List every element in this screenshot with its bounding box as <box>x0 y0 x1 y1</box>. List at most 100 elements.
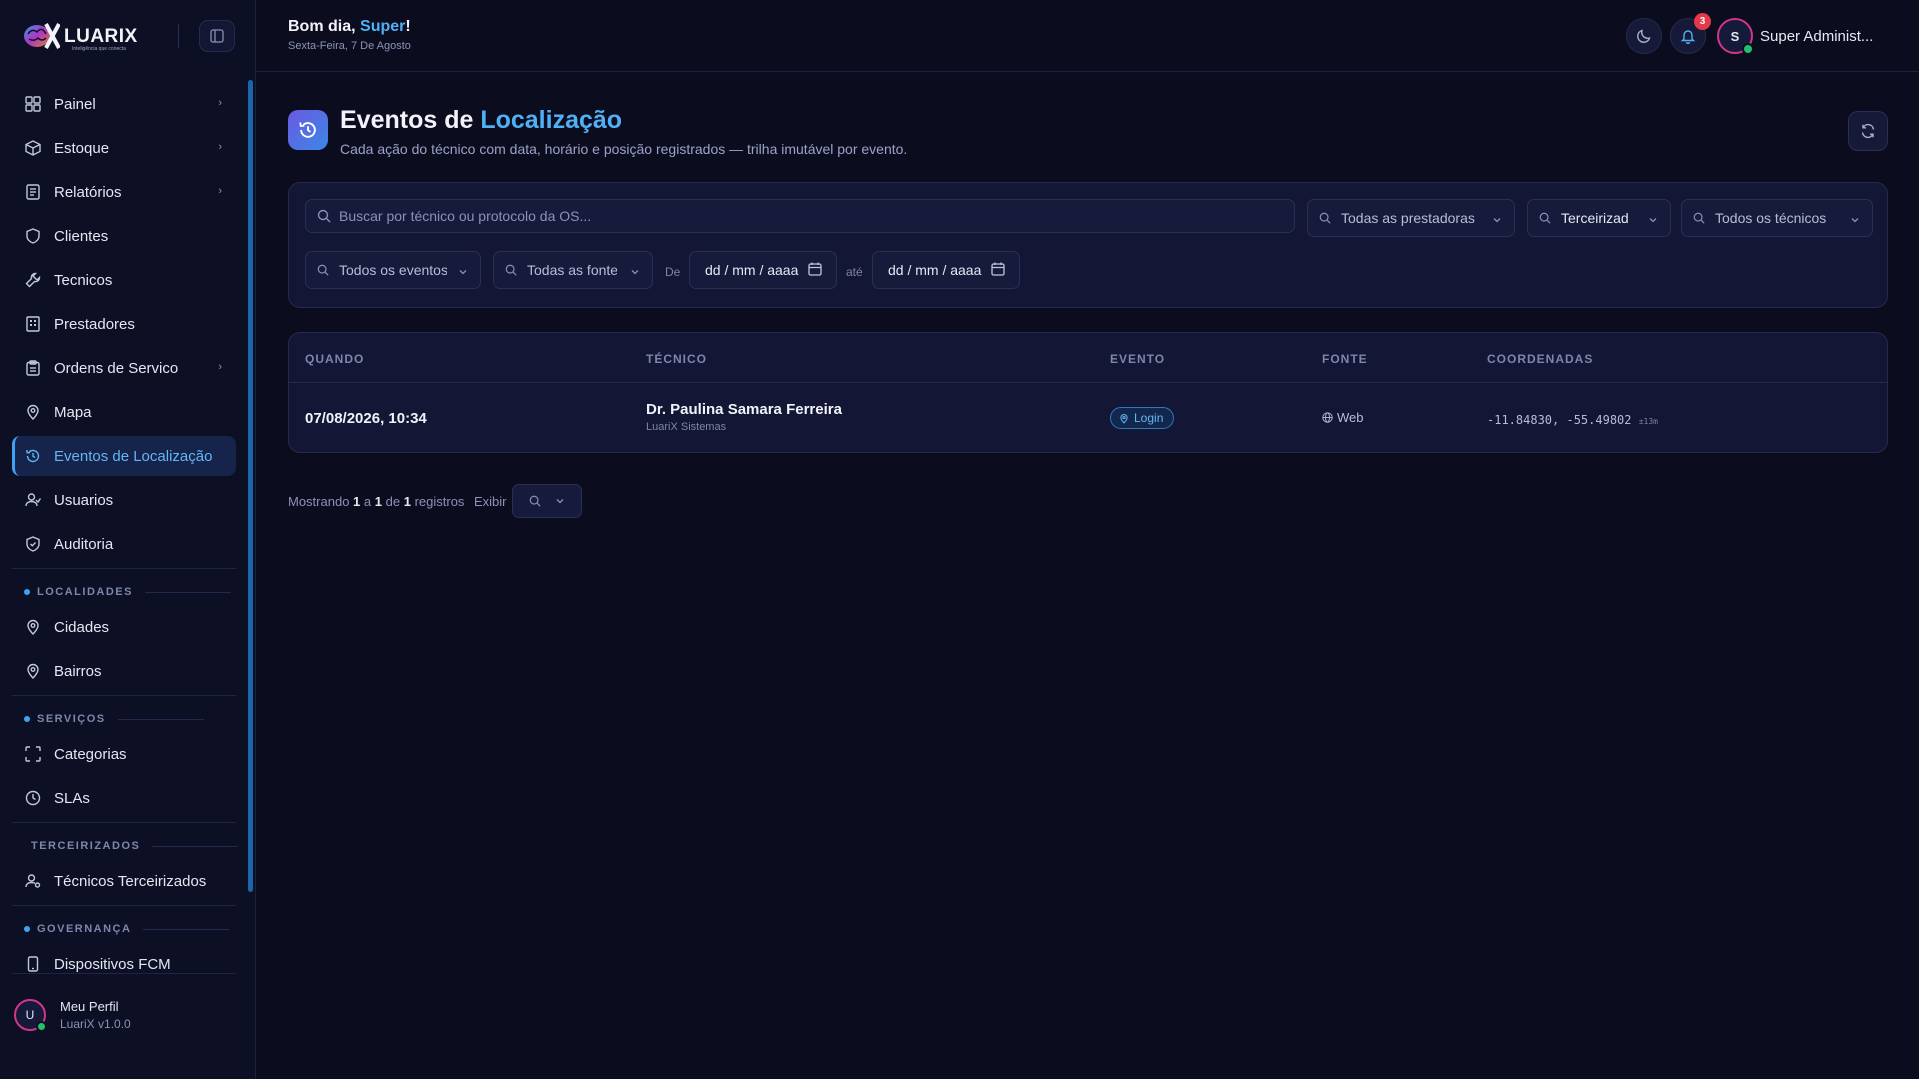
sidebar-nav: Painel › Estoque › Relatórios › Clientes… <box>12 84 239 988</box>
column-header[interactable]: EVENTO <box>1110 352 1165 366</box>
chevron-down-icon <box>555 496 565 506</box>
prestadoras-value: Todas as prestadoras <box>1341 210 1475 226</box>
sidebar-item-label: Auditoria <box>54 535 114 553</box>
user-icon <box>24 491 42 509</box>
user-initial: S <box>1730 28 1740 44</box>
clock-icon <box>24 789 42 807</box>
section-localidades: LOCALIDADES <box>12 577 236 607</box>
table-row[interactable]: 07/08/2026, 10:34 Dr. Paulina Samara Fer… <box>289 383 1887 452</box>
report-icon <box>24 183 42 201</box>
prestadoras-select[interactable]: Todas as prestadoras <box>1307 199 1515 237</box>
date-from-label: De <box>665 265 681 279</box>
filters-panel: Buscar por técnico ou protocolo da OS...… <box>288 182 1888 308</box>
map-pin-icon <box>24 403 42 421</box>
theme-toggle-button[interactable] <box>1626 18 1662 54</box>
sidebar-item-clientes[interactable]: Clientes <box>12 216 236 256</box>
column-header[interactable]: FONTE <box>1322 352 1368 366</box>
sidebar-item-label: Eventos de Localização <box>54 447 213 465</box>
page-history-icon <box>288 110 328 150</box>
tecnicos-select[interactable]: Todos os técnicos <box>1681 199 1873 237</box>
tipo-select[interactable]: Terceirizad <box>1527 199 1671 237</box>
fontes-value: Todas as fontes <box>527 262 617 278</box>
eventos-value: Todos os eventos <box>339 262 447 278</box>
sidebar-item-painel[interactable]: Painel › <box>12 84 236 124</box>
avatar: U <box>14 999 47 1032</box>
sidebar-item-auditoria[interactable]: Auditoria <box>12 524 236 564</box>
chevron-right-icon: › <box>218 97 222 109</box>
sidebar-item-prestadores[interactable]: Prestadores <box>12 304 236 344</box>
refresh-icon <box>1861 123 1875 139</box>
events-table: QUANDO TÉCNICO EVENTO FONTE COORDENADAS … <box>288 332 1888 453</box>
chevron-right-icon: › <box>218 185 222 197</box>
title-highlight: Localização <box>480 106 623 134</box>
search-placeholder: Buscar por técnico ou protocolo da OS... <box>339 208 592 224</box>
sidebar-item-tecnicos-terceirizados[interactable]: Técnicos Terceirizados <box>12 861 236 901</box>
section-label: TERCEIRIZADOS <box>31 840 141 852</box>
current-date: Sexta-Feira, 7 De Agosto <box>288 40 411 52</box>
sidebar-item-label: Categorias <box>54 745 127 763</box>
chevron-right-icon: › <box>218 141 222 153</box>
date-from-input[interactable]: dd / mm / aaaa <box>689 251 837 289</box>
search-input[interactable]: Buscar por técnico ou protocolo da OS... <box>305 199 1295 233</box>
event-type-badge: Login <box>1110 407 1175 429</box>
map-pin-icon <box>24 618 42 636</box>
sidebar-item-eventos-localizacao[interactable]: Eventos de Localização <box>12 436 236 476</box>
shield-icon <box>24 227 42 245</box>
history-icon <box>24 447 42 465</box>
section-label: GOVERNANÇA <box>37 923 132 935</box>
sidebar-item-cidades[interactable]: Cidades <box>12 607 236 647</box>
column-header[interactable]: COORDENADAS <box>1487 352 1593 366</box>
section-divider <box>12 822 236 823</box>
per-page-label: Exibir <box>474 494 507 509</box>
profile-link[interactable]: U Meu Perfil LuariX v1.0.0 <box>14 999 131 1032</box>
chevron-down-icon <box>1492 212 1502 228</box>
globe-icon <box>1322 412 1333 423</box>
event-coordinates[interactable]: -11.84830, -55.49802 ±13m <box>1487 413 1658 427</box>
sidebar-item-estoque[interactable]: Estoque › <box>12 128 236 168</box>
sidebar-item-dispositivos-fcm[interactable]: Dispositivos FCM <box>12 944 236 984</box>
search-icon <box>317 264 331 276</box>
sidebar-scrollbar[interactable] <box>248 80 253 892</box>
sidebar-item-mapa[interactable]: Mapa <box>12 392 236 432</box>
pager-from: 1 <box>353 494 361 509</box>
section-divider <box>12 568 236 569</box>
sidebar-item-usuarios[interactable]: Usuarios <box>12 480 236 520</box>
sidebar-item-label: Mapa <box>54 403 92 421</box>
sidebar-item-label: Usuarios <box>54 491 114 509</box>
search-icon <box>1319 212 1333 224</box>
sidebar-item-bairros[interactable]: Bairros <box>12 651 236 691</box>
calendar-icon <box>808 262 822 279</box>
user-avatar[interactable]: S <box>1717 18 1754 55</box>
sidebar-item-label: Estoque <box>54 139 110 157</box>
profile-divider <box>12 973 236 974</box>
section-divider <box>12 695 236 696</box>
sidebar-item-categorias[interactable]: Categorias <box>12 734 236 774</box>
sidebar-item-slas[interactable]: SLAs <box>12 778 236 818</box>
page-title: Eventos de Localização <box>340 106 622 135</box>
greeting-suffix: ! <box>405 18 411 35</box>
pager-text: Mostrando <box>288 494 350 509</box>
sidebar-collapse-button[interactable] <box>199 20 235 52</box>
chevron-down-icon <box>1850 212 1860 228</box>
notifications-button[interactable]: 3 <box>1670 13 1711 54</box>
refresh-button[interactable] <box>1848 111 1888 151</box>
date-to-input[interactable]: dd / mm / aaaa <box>872 251 1020 289</box>
coordinates-value: -11.84830, -55.49802 <box>1487 413 1632 427</box>
profile-name: Meu Perfil <box>60 999 119 1014</box>
event-source: Web <box>1322 410 1364 425</box>
logo[interactable]: LUARIX Inteligência que conecta <box>0 0 255 72</box>
sidebar-item-ordens[interactable]: Ordens de Servico › <box>12 348 236 388</box>
section-line <box>117 718 204 720</box>
section-line <box>144 591 231 593</box>
column-header[interactable]: TÉCNICO <box>646 352 707 366</box>
avatar-initial: U <box>25 1008 35 1022</box>
user-menu-name[interactable]: Super Administ... <box>1760 28 1873 45</box>
column-header[interactable]: QUANDO <box>305 352 364 366</box>
sidebar-item-relatorios[interactable]: Relatórios › <box>12 172 236 212</box>
clipboard-icon <box>24 359 42 377</box>
smartphone-icon <box>24 955 42 973</box>
sidebar-item-tecnicos[interactable]: Tecnicos <box>12 260 236 300</box>
fontes-select[interactable]: Todas as fontes <box>493 251 653 289</box>
eventos-select[interactable]: Todos os eventos <box>305 251 481 289</box>
per-page-select[interactable] <box>512 484 582 518</box>
